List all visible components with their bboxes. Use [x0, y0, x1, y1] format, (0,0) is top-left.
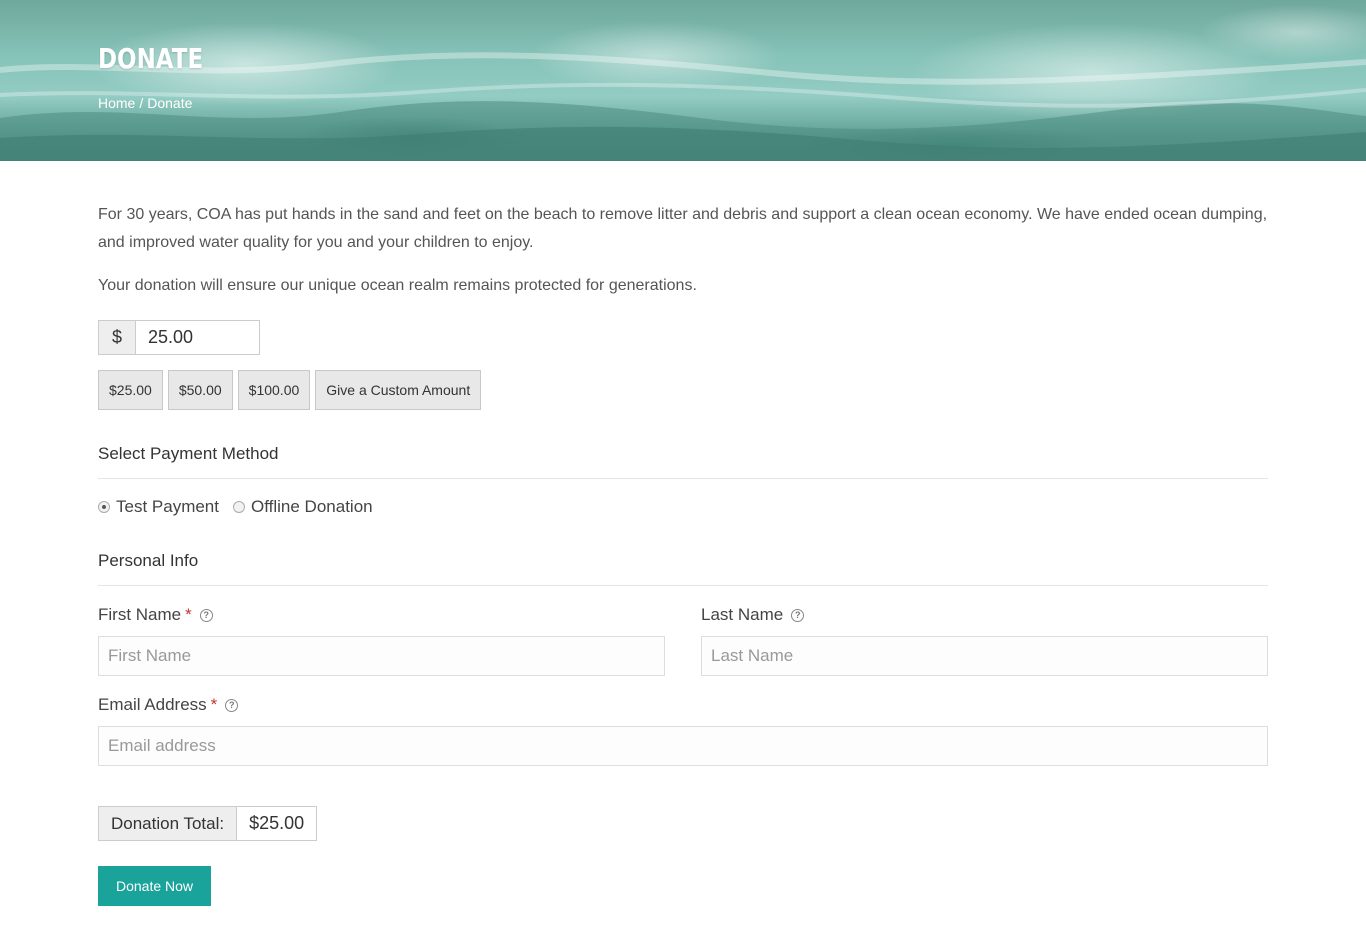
- donation-amount-input[interactable]: [136, 320, 260, 355]
- intro-paragraph: For 30 years, COA has put hands in the s…: [98, 206, 1268, 251]
- donation-total-label: Donation Total:: [98, 806, 238, 841]
- payment-option-label: Offline Donation: [251, 497, 373, 516]
- breadcrumb: Home / Donate: [98, 95, 192, 111]
- donation-total-value: $25.00: [237, 806, 318, 841]
- page-title: DONATE: [98, 42, 204, 75]
- first-name-label: First Name * ?: [98, 605, 213, 625]
- level-button-100[interactable]: $100.00: [237, 370, 311, 410]
- radio-test-payment[interactable]: [98, 501, 110, 513]
- required-marker: *: [210, 695, 218, 714]
- donate-now-button[interactable]: Donate Now: [98, 866, 211, 906]
- personal-info-heading: Personal Info: [98, 551, 1268, 586]
- email-field[interactable]: [98, 726, 1268, 766]
- help-icon[interactable]: ?: [791, 608, 805, 622]
- level-button-custom[interactable]: Give a Custom Amount: [315, 370, 482, 410]
- payment-method-options: Test Payment Offline Donation: [98, 497, 387, 517]
- intro-paragraph-secondary: Your donation will ensure our unique oce…: [98, 277, 697, 294]
- payment-option-test[interactable]: Test Payment: [98, 497, 219, 517]
- breadcrumb-current: Donate: [147, 95, 193, 111]
- hero-banner: DONATE Home / Donate: [0, 0, 1366, 161]
- ocean-waves-image: [0, 52, 1366, 161]
- help-icon[interactable]: ?: [225, 698, 239, 712]
- level-button-50[interactable]: $50.00: [167, 370, 233, 410]
- last-name-label: Last Name ?: [701, 605, 805, 625]
- last-name-label-text: Last Name: [701, 605, 784, 624]
- payment-option-label: Test Payment: [116, 497, 219, 516]
- donation-levels: $25.00 $50.00 $100.00 Give a Custom Amou…: [98, 370, 482, 410]
- first-name-label-text: First Name: [98, 605, 182, 624]
- required-marker: *: [185, 605, 192, 624]
- level-button-25[interactable]: $25.00: [98, 370, 163, 410]
- first-name-field[interactable]: [98, 636, 665, 676]
- donation-amount-group: $: [98, 320, 260, 355]
- radio-offline-donation[interactable]: [233, 501, 245, 513]
- breadcrumb-separator: /: [139, 95, 144, 111]
- payment-method-heading: Select Payment Method: [98, 444, 1268, 479]
- last-name-field[interactable]: [701, 636, 1268, 676]
- payment-option-offline[interactable]: Offline Donation: [233, 497, 373, 517]
- currency-symbol: $: [98, 320, 136, 355]
- email-label-text: Email Address: [98, 695, 207, 714]
- donation-total: Donation Total: $25.00: [98, 806, 318, 841]
- email-label: Email Address * ?: [98, 695, 239, 715]
- breadcrumb-home-link[interactable]: Home: [98, 95, 135, 111]
- help-icon[interactable]: ?: [199, 608, 213, 622]
